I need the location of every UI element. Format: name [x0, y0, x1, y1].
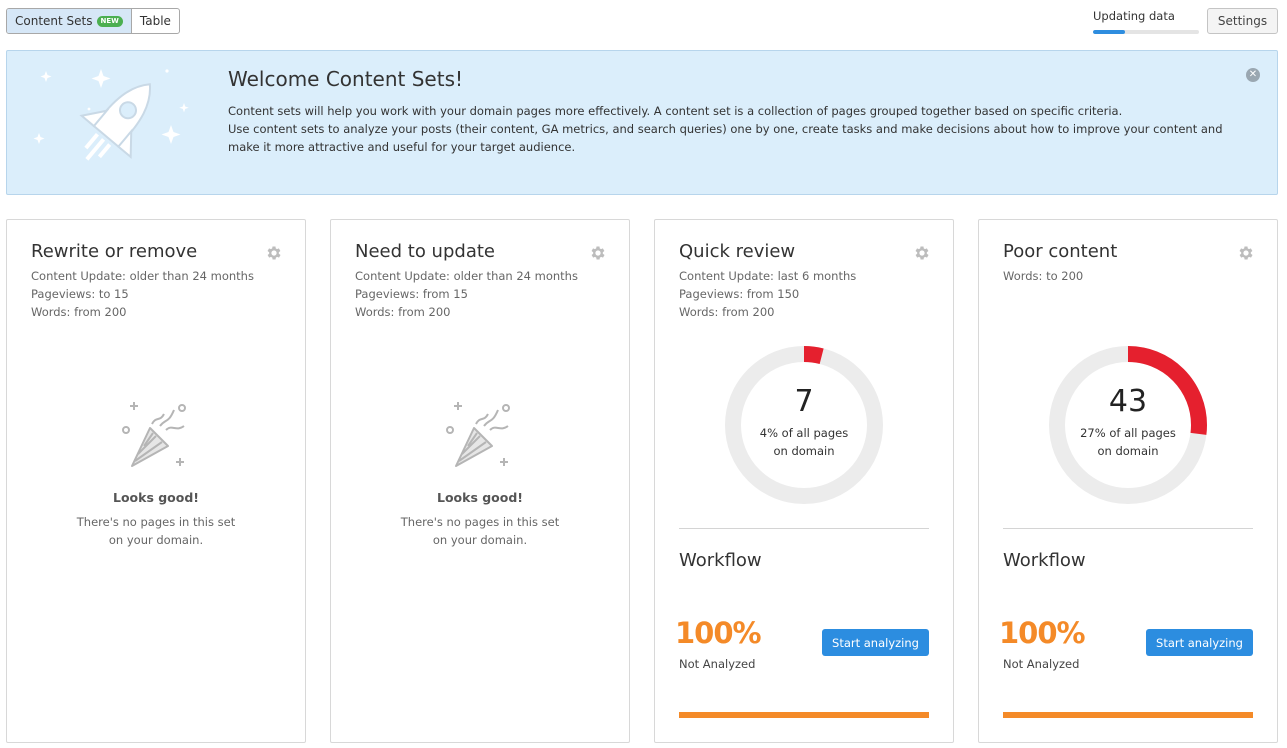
party-popper-icon — [122, 402, 186, 467]
empty-state-line-1: There's no pages in this set — [400, 515, 560, 529]
rocket-illustration — [33, 69, 189, 161]
start-analyzing-button[interactable]: Start analyzing — [1146, 629, 1253, 656]
close-icon[interactable]: ✕ — [1246, 68, 1260, 82]
pages-percent-line-2: on domain — [1097, 444, 1159, 458]
settings-button[interactable]: Settings — [1207, 8, 1278, 34]
workflow-title: Workflow — [1003, 550, 1086, 571]
pages-count: 7 — [794, 384, 814, 419]
workflow-progress-bar — [1003, 712, 1253, 718]
empty-state-line-2: on your domain. — [432, 533, 528, 547]
criteria-words: Words: from 200 — [355, 305, 451, 319]
tab-table-label: Table — [139, 14, 171, 28]
banner-description: Content sets will help you work with you… — [228, 102, 1238, 156]
workflow-percent: 100% — [999, 616, 1086, 650]
card-criteria: Content Update: last 6 months Pageviews:… — [679, 267, 856, 321]
content-set-card-rewrite-or-remove: Rewrite or remove Content Update: older … — [6, 219, 306, 743]
criteria-content-update: Content Update: older than 24 months — [355, 269, 578, 283]
content-set-card-poor-content: Poor content Words: to 200 43 27% of all… — [978, 219, 1278, 743]
content-set-card-need-to-update: Need to update Content Update: older tha… — [330, 219, 630, 743]
criteria-words: Words: to 200 — [1003, 269, 1084, 283]
updating-progress-fill — [1093, 30, 1125, 34]
card-title: Need to update — [355, 241, 495, 262]
start-analyzing-button[interactable]: Start analyzing — [822, 629, 929, 656]
card-title: Quick review — [679, 241, 796, 262]
divider — [679, 528, 929, 529]
party-popper-icon — [446, 402, 510, 467]
view-tabs: Content Sets new Table — [6, 8, 180, 34]
gear-icon[interactable] — [913, 244, 931, 262]
gear-icon[interactable] — [589, 244, 607, 262]
empty-state: Looks good! There's no pages in this set… — [331, 400, 629, 549]
empty-state-text: There's no pages in this set on your dom… — [331, 513, 629, 549]
divider — [1003, 528, 1253, 529]
tab-content-sets[interactable]: Content Sets new — [7, 9, 132, 33]
workflow-progress-bar — [679, 712, 929, 718]
criteria-pageviews: Pageviews: from 150 — [679, 287, 800, 301]
pages-percent: 27% of all pages on domain — [979, 424, 1277, 460]
criteria-words: Words: from 200 — [31, 305, 127, 319]
pages-percent-line-2: on domain — [773, 444, 835, 458]
criteria-content-update: Content Update: older than 24 months — [31, 269, 254, 283]
criteria-content-update: Content Update: last 6 months — [679, 269, 857, 283]
empty-state-line-2: on your domain. — [108, 533, 204, 547]
card-criteria: Content Update: older than 24 months Pag… — [355, 267, 578, 321]
pages-percent-line-1: 4% of all pages — [759, 426, 849, 440]
new-badge: new — [96, 15, 123, 27]
pages-count: 43 — [1108, 384, 1148, 419]
card-criteria: Content Update: older than 24 months Pag… — [31, 267, 254, 321]
card-title: Rewrite or remove — [31, 241, 198, 262]
empty-state-title: Looks good! — [436, 490, 524, 505]
banner-title: Welcome Content Sets! — [228, 67, 464, 91]
workflow-percent: 100% — [675, 616, 762, 650]
empty-state-title: Looks good! — [112, 490, 200, 505]
banner-text-line-2: Use content sets to analyze your posts (… — [228, 122, 1223, 154]
content-set-card-quick-review: Quick review Content Update: last 6 mont… — [654, 219, 954, 743]
workflow-status-label: Not Analyzed — [679, 657, 756, 671]
tab-table[interactable]: Table — [132, 9, 179, 33]
workflow-title: Workflow — [679, 550, 762, 571]
updating-label: Updating data — [1093, 9, 1175, 23]
tab-content-sets-label: Content Sets — [15, 14, 93, 28]
empty-state-line-1: There's no pages in this set — [76, 515, 236, 529]
gear-icon[interactable] — [1237, 244, 1255, 262]
updating-progress-bar — [1093, 30, 1199, 34]
welcome-banner: Welcome Content Sets! Content sets will … — [6, 50, 1278, 195]
criteria-pageviews: Pageviews: from 15 — [355, 287, 468, 301]
card-title: Poor content — [1003, 241, 1118, 262]
updating-status: Updating data — [1093, 9, 1199, 34]
pages-percent: 4% of all pages on domain — [655, 424, 953, 460]
empty-state: Looks good! There's no pages in this set… — [7, 400, 305, 549]
workflow-status-label: Not Analyzed — [1003, 657, 1080, 671]
criteria-pageviews: Pageviews: to 15 — [31, 287, 129, 301]
banner-text-line-1: Content sets will help you work with you… — [228, 104, 1123, 118]
gear-icon[interactable] — [265, 244, 283, 262]
empty-state-text: There's no pages in this set on your dom… — [7, 513, 305, 549]
criteria-words: Words: from 200 — [679, 305, 775, 319]
card-criteria: Words: to 200 — [1003, 267, 1083, 285]
pages-percent-line-1: 27% of all pages — [1080, 426, 1176, 440]
